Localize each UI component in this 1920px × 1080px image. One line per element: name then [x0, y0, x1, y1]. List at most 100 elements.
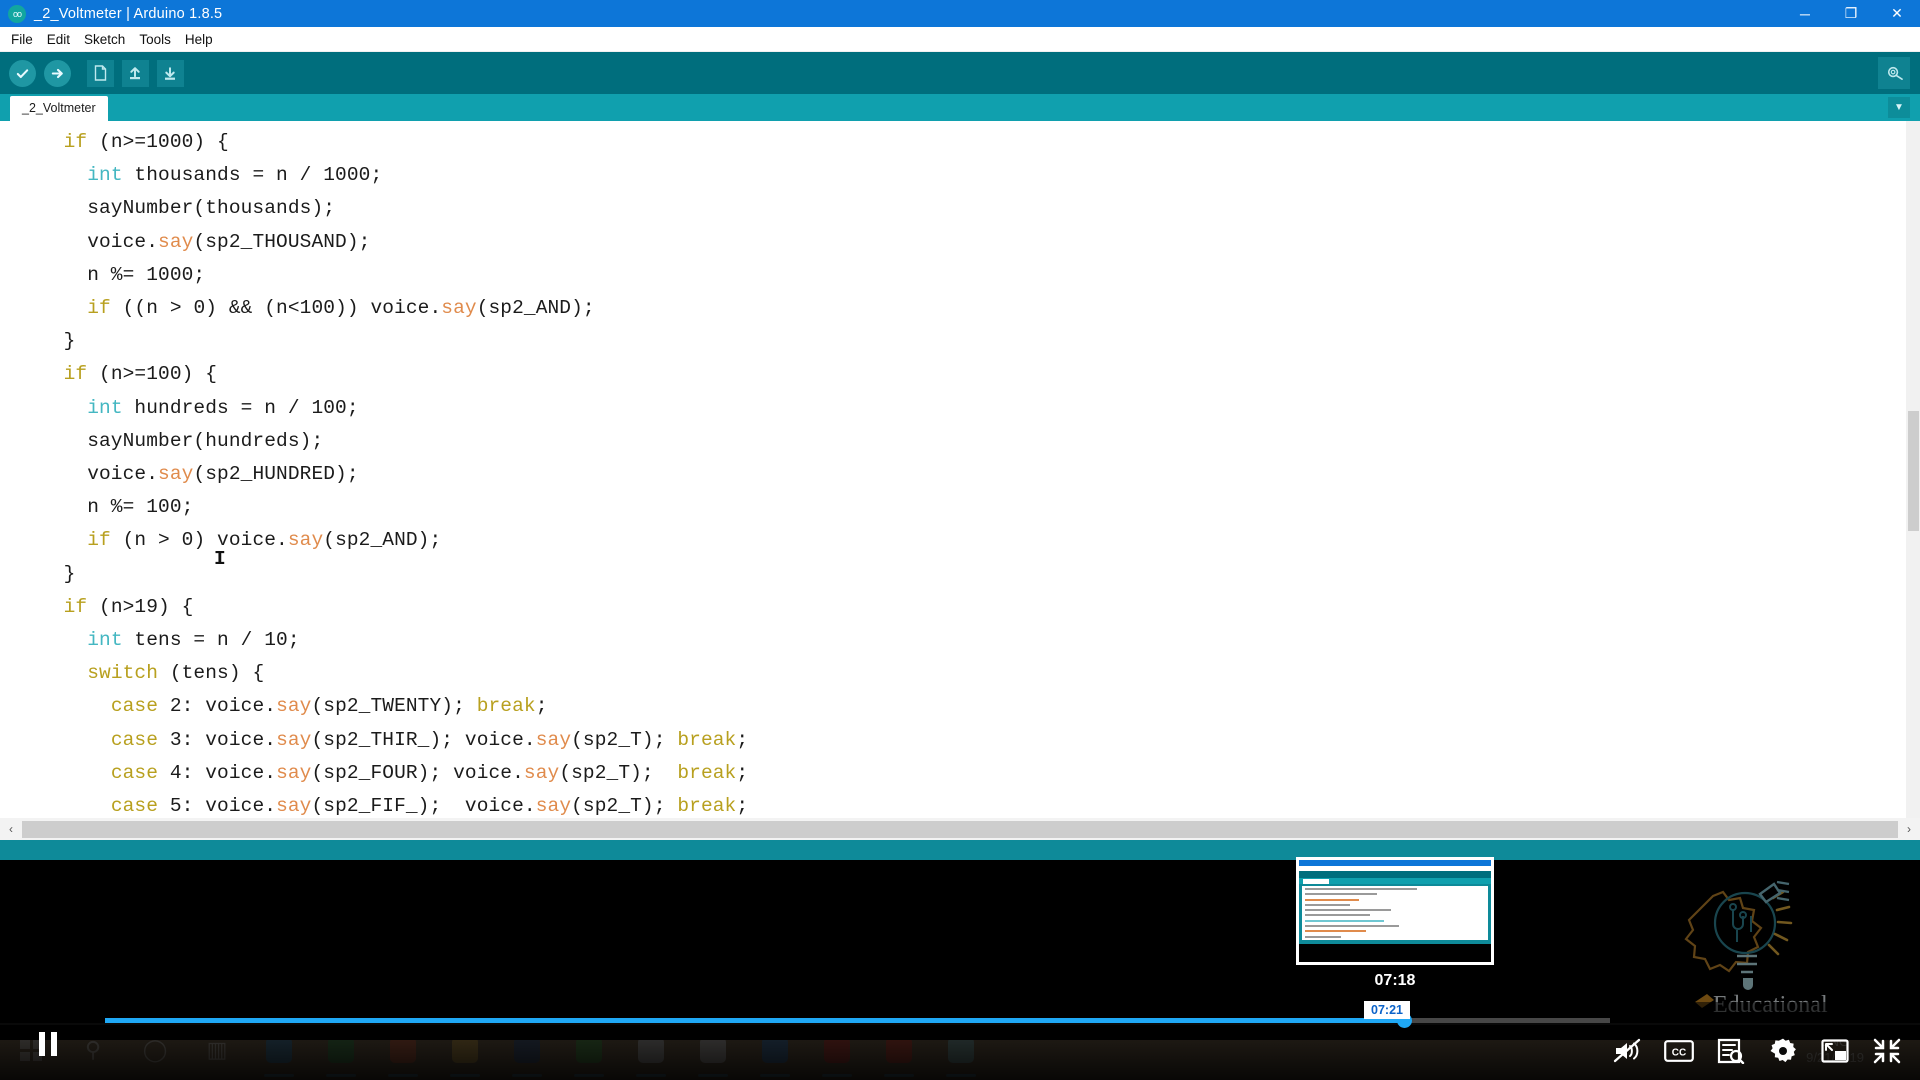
menu-sketch[interactable]: Sketch — [77, 29, 132, 50]
code-token: thousands = n / 1000; — [122, 164, 383, 187]
code-token: say — [276, 795, 312, 818]
miniplayer-icon[interactable] — [1820, 1036, 1850, 1066]
mute-icon[interactable] — [1612, 1036, 1642, 1066]
code-token: ((n > 0) && (n<100)) voice. — [110, 297, 442, 320]
code-token: n %= 100; — [40, 496, 194, 519]
code-token: if — [63, 595, 88, 618]
code-token: (sp2_TWENTY); — [311, 695, 477, 718]
code-token: (sp2_FOUR); voice. — [311, 761, 524, 784]
code-token: (n>19) { — [87, 595, 194, 618]
thumb-code — [1302, 886, 1488, 959]
minimize-button[interactable]: ─ — [1782, 0, 1828, 27]
scrollbar-track[interactable] — [22, 820, 1898, 838]
open-button[interactable] — [119, 57, 151, 89]
code-token: (sp2_T); — [559, 761, 678, 784]
menubar: File Edit Sketch Tools Help — [0, 27, 1920, 52]
code-token: say — [276, 761, 312, 784]
menu-help[interactable]: Help — [178, 29, 220, 50]
code-token: say — [276, 695, 312, 718]
code-token: case — [110, 728, 159, 751]
maximize-button[interactable]: ❐ — [1828, 0, 1874, 27]
menu-tools[interactable]: Tools — [132, 29, 178, 50]
editor-horizontal-scrollbar[interactable]: ‹ › — [0, 818, 1920, 840]
code-token: 2: voice. — [158, 695, 277, 718]
code-token: tens = n / 10; — [122, 629, 300, 652]
exit-fullscreen-icon[interactable] — [1872, 1036, 1902, 1066]
code-line: if (n>=1000) { — [40, 126, 1920, 159]
code-token: (sp2_THOUSAND); — [193, 230, 371, 253]
menu-file[interactable]: File — [4, 29, 40, 50]
code-token: say — [535, 728, 572, 751]
code-token: (sp2_FIF_); voice. — [311, 795, 536, 818]
code-line: } — [40, 558, 1920, 591]
code-token: if — [87, 529, 111, 552]
preview-timestamp: 07:18 — [1374, 972, 1416, 989]
code-line: if ((n > 0) && (n<100)) voice.say(sp2_AN… — [40, 292, 1920, 325]
code-token: 3: voice. — [158, 728, 277, 751]
upload-button[interactable] — [41, 57, 73, 89]
code-token: ; — [736, 728, 749, 751]
serial-monitor-button[interactable] — [1878, 57, 1910, 89]
code-line: switch (tens) { — [40, 657, 1920, 690]
code-token: (n>=1000) { — [87, 131, 229, 153]
video-player: Educational — [0, 857, 1920, 1080]
thumb-toolbar — [1299, 871, 1491, 878]
code-token: break — [476, 695, 536, 718]
window-titlebar: oo _2_Voltmeter | Arduino 1.8.5 ─ ❐ ✕ — [0, 0, 1920, 27]
menu-edit[interactable]: Edit — [40, 29, 77, 50]
code-token: case — [110, 795, 159, 818]
captions-icon[interactable]: CC — [1664, 1036, 1694, 1066]
chevron-down-icon: ▼ — [1894, 102, 1904, 113]
transcript-icon[interactable] — [1716, 1036, 1746, 1066]
code-line: int hundreds = n / 100; — [40, 392, 1920, 425]
code-token: break — [677, 761, 737, 784]
screen: ⚲◯▥ ENG 9/21/2019 oo _2_Voltmeter | Ardu… — [0, 0, 1920, 1080]
sketch-tab[interactable]: _2_Voltmeter — [10, 96, 108, 121]
code-token: voice. — [217, 529, 288, 552]
code-line: case 3: voice.say(sp2_THIR_); voice.say(… — [40, 724, 1920, 757]
code-token: voice. — [40, 463, 159, 486]
verify-button[interactable] — [6, 57, 38, 89]
code-token: int — [87, 164, 123, 187]
code-token: (sp2_T); — [571, 795, 678, 818]
check-icon — [8, 59, 36, 87]
settings-gear-icon[interactable] — [1768, 1036, 1798, 1066]
code-token: } — [40, 330, 76, 353]
code-line: case 4: voice.say(sp2_FOUR); voice.say(s… — [40, 757, 1920, 790]
code-line: if (n > 0) voice.say(sp2_AND); — [40, 524, 1920, 576]
code-token: if — [63, 131, 88, 153]
code-token: case — [110, 695, 159, 718]
scroll-left-arrow[interactable]: ‹ — [0, 822, 22, 836]
new-button[interactable] — [84, 57, 116, 89]
arrow-right-icon — [43, 59, 71, 87]
code-line: sayNumber(thousands); — [40, 192, 1920, 225]
code-token: ; — [736, 761, 749, 784]
code-editor[interactable]: if (n>=1000) { int thousands = n / 1000;… — [0, 121, 1920, 818]
toolbar — [0, 52, 1920, 94]
code-token: say — [276, 728, 312, 751]
code-token: (sp2_T); — [571, 728, 678, 751]
tab-menu-button[interactable]: ▼ — [1888, 97, 1910, 118]
code-token: (sp2_AND); — [476, 297, 595, 320]
scrollbar-thumb[interactable] — [1908, 411, 1919, 531]
code-token: (sp2_AND); — [323, 529, 442, 552]
editor-vertical-scrollbar[interactable] — [1906, 121, 1920, 818]
code-token: voice. — [40, 230, 159, 253]
thumb-statusbar — [1299, 940, 1491, 962]
close-button[interactable]: ✕ — [1874, 0, 1920, 27]
save-button[interactable] — [154, 57, 186, 89]
code-token: say — [158, 463, 194, 486]
code-token: 4: voice. — [158, 761, 277, 784]
code-text: if (n>=1000) { int thousands = n / 1000;… — [0, 121, 1920, 818]
code-token: say — [287, 529, 324, 552]
code-token: break — [677, 795, 737, 818]
pause-button[interactable] — [28, 1024, 68, 1064]
scroll-right-arrow[interactable]: › — [1898, 822, 1920, 836]
